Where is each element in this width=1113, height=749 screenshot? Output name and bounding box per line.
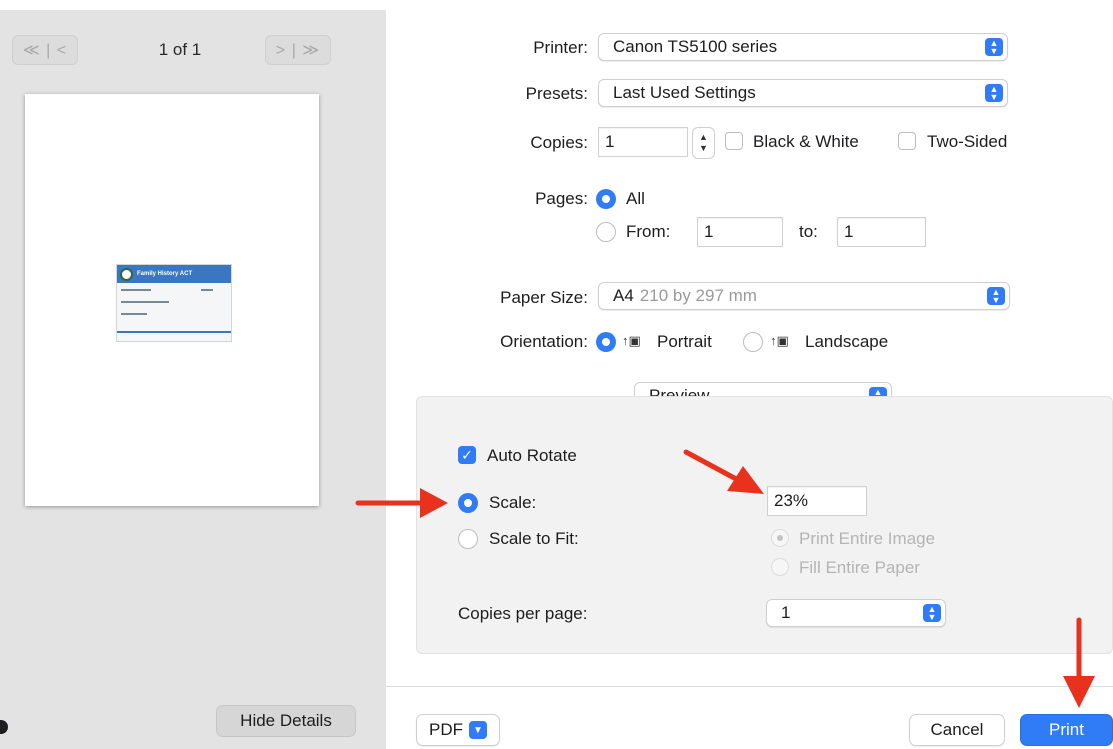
arrow-to-scale-radio-icon xyxy=(355,488,448,518)
arrow-to-print-button-icon xyxy=(1063,617,1095,708)
annotation-arrows xyxy=(355,449,1095,708)
arrow-to-scale-field-icon xyxy=(683,449,764,494)
